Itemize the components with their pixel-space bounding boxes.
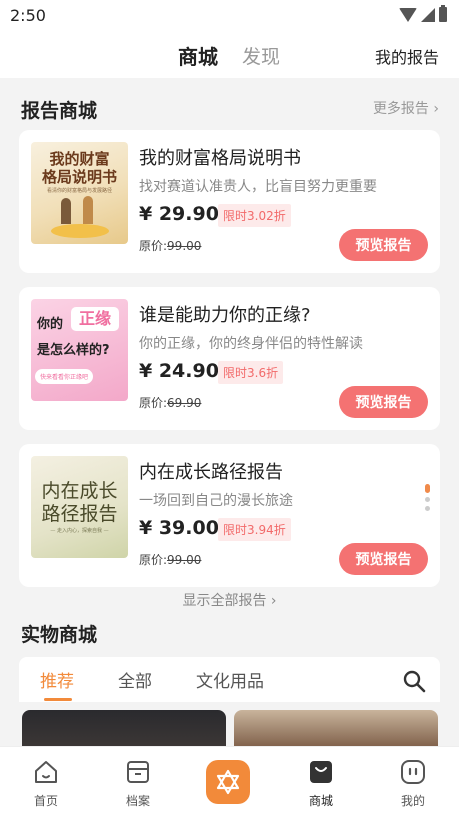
report-title: 我的财富格局说明书 xyxy=(139,148,301,169)
product-image[interactable] xyxy=(234,710,438,750)
report-section-title: 报告商城 xyxy=(21,100,98,122)
tab-shop[interactable]: 商城 xyxy=(178,41,218,70)
show-all-reports-link[interactable]: 显示全部报告 › xyxy=(0,590,459,610)
preview-report-button[interactable]: 预览报告 xyxy=(339,543,428,575)
center-action-button[interactable] xyxy=(206,760,250,804)
report-cover-image: 你的 正缘 是怎么样的? 快来看看你正缘吧 xyxy=(31,299,128,401)
original-price-label: 原价: xyxy=(139,553,168,567)
status-bar: 2:50 xyxy=(0,0,459,30)
more-reports-link[interactable]: 更多报告 › xyxy=(373,98,439,118)
shop-tab-recommend[interactable]: 推荐 xyxy=(40,667,74,692)
nav-home[interactable]: 首页 xyxy=(0,747,92,816)
report-subtitle: 一场回到自己的漫长旅途 xyxy=(139,493,293,509)
status-icons xyxy=(399,5,447,22)
report-title: 内在成长路径报告 xyxy=(139,462,283,483)
profile-icon xyxy=(401,760,425,784)
preview-report-button[interactable]: 预览报告 xyxy=(339,386,428,418)
discount-badge: 限时3.94折 xyxy=(218,518,291,541)
report-cover-image: 我的财富 格局说明书 看清你的财富格局与发展路径 xyxy=(31,142,128,244)
nav-label: 档案 xyxy=(125,794,150,808)
shop-section-title: 实物商城 xyxy=(21,624,98,646)
discount-badge: 限时3.02折 xyxy=(218,204,291,227)
report-subtitle: 你的正缘，你的终身伴侣的特性解读 xyxy=(139,336,363,352)
original-price: 原价:99.00 xyxy=(139,237,201,254)
product-image[interactable] xyxy=(22,710,226,750)
original-price-label: 原价: xyxy=(139,396,168,410)
cover-title: 我的财富 格局说明书 xyxy=(41,150,117,186)
signal-icon xyxy=(421,7,435,22)
scroll-dot xyxy=(425,506,430,511)
cover-text: 快来看看你正缘吧 xyxy=(35,369,94,384)
cover-text: 正缘 xyxy=(71,307,119,331)
original-price-value: 69.90 xyxy=(167,396,202,410)
bottom-nav: 首页 档案 商城 我的 xyxy=(0,746,459,816)
nav-label: 商城 xyxy=(308,794,333,808)
home-icon xyxy=(35,761,57,783)
preview-report-button[interactable]: 预览报告 xyxy=(339,229,428,261)
shop-tab-stationery[interactable]: 文化用品 xyxy=(196,667,264,692)
report-price: ¥ 39.00 xyxy=(139,517,219,539)
cover-subtitle: — 走入内心，探索自我 — xyxy=(50,528,109,534)
gold-shape xyxy=(51,224,109,238)
report-cover-image: 内在成长 路径报告 — 走入内心，探索自我 — xyxy=(31,456,128,558)
search-icon[interactable] xyxy=(402,669,426,693)
shop-tab-all[interactable]: 全部 xyxy=(118,667,152,692)
wifi-icon xyxy=(399,7,417,22)
my-report-link[interactable]: 我的报告 xyxy=(375,44,439,68)
report-subtitle: 找对赛道认准贵人，比盲目努力更重要 xyxy=(139,179,377,195)
nav-archive[interactable]: 档案 xyxy=(92,747,184,816)
original-price-value: 99.00 xyxy=(167,553,202,567)
report-price: ¥ 24.90 xyxy=(139,360,219,382)
cover-text: 是怎么样的? xyxy=(37,343,110,358)
archive-icon xyxy=(127,761,149,783)
tab-discover[interactable]: 发现 xyxy=(242,42,280,69)
discount-badge: 限时3.6折 xyxy=(218,361,284,384)
report-card-growth[interactable]: 内在成长 路径报告 — 走入内心，探索自我 — 内在成长路径报告 一场回到自己的… xyxy=(19,444,440,587)
nav-center[interactable] xyxy=(183,747,275,816)
report-title: 谁是能助力你的正缘? xyxy=(139,305,311,326)
figure-shape xyxy=(61,198,71,224)
status-time: 2:50 xyxy=(10,6,46,25)
scroll-indicator xyxy=(425,484,431,515)
report-price: ¥ 29.90 xyxy=(139,203,219,225)
active-tab-indicator xyxy=(44,698,72,701)
report-card-soulmate[interactable]: 你的 正缘 是怎么样的? 快来看看你正缘吧 谁是能助力你的正缘? 你的正缘，你的… xyxy=(19,287,440,430)
original-price-value: 99.00 xyxy=(167,239,202,253)
nav-shop[interactable]: 商城 xyxy=(275,747,367,816)
cover-text: 你的 xyxy=(37,317,64,332)
figure-shape xyxy=(83,196,93,224)
top-nav: 商城 发现 我的报告 xyxy=(0,30,459,78)
original-price: 原价:99.00 xyxy=(139,551,201,568)
battery-icon xyxy=(439,5,447,22)
cover-title: 内在成长 路径报告 xyxy=(41,480,118,525)
shop-tab-bar: 推荐 全部 文化用品 xyxy=(19,657,440,702)
scroll-dot xyxy=(425,497,430,502)
shopping-bag-icon xyxy=(310,761,332,783)
original-price-label: 原价: xyxy=(139,239,168,253)
original-price: 原价:69.90 xyxy=(139,394,201,411)
report-card-wealth[interactable]: 我的财富 格局说明书 看清你的财富格局与发展路径 我的财富格局说明书 找对赛道认… xyxy=(19,130,440,273)
cover-subtitle: 看清你的财富格局与发展路径 xyxy=(46,188,112,194)
star-of-david-icon xyxy=(216,769,240,795)
nav-label: 首页 xyxy=(33,794,58,808)
nav-label: 我的 xyxy=(400,794,425,808)
nav-me[interactable]: 我的 xyxy=(367,747,459,816)
scroll-dot-active xyxy=(425,484,430,493)
